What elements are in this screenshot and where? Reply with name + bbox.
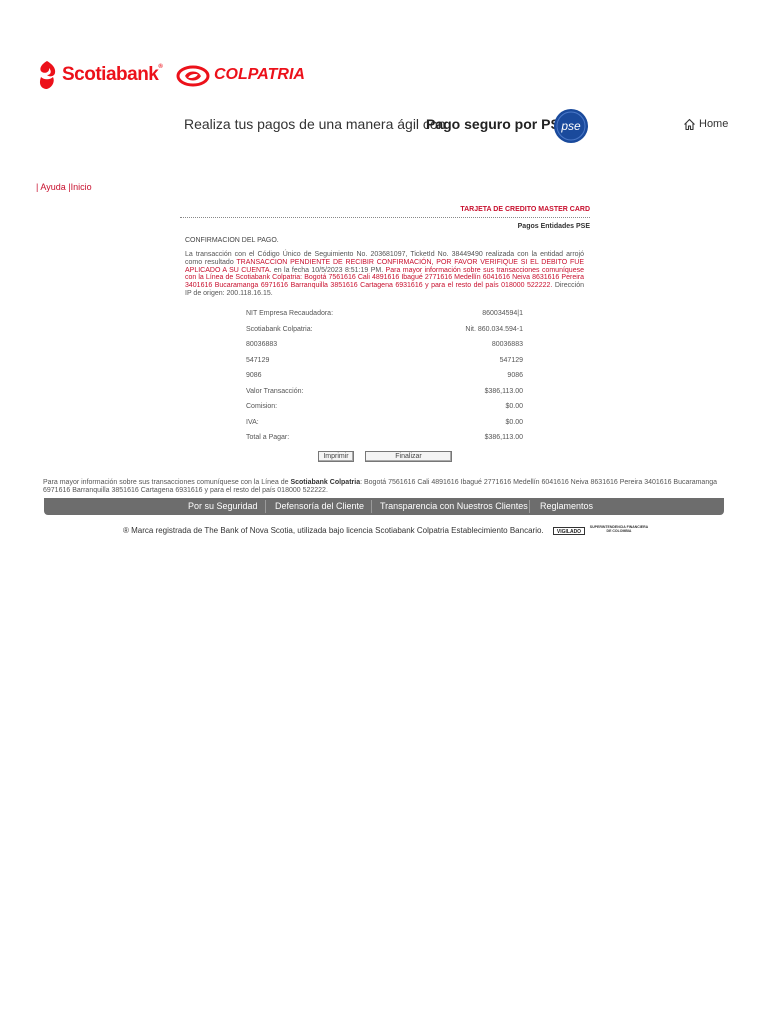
confirmation-title: CONFIRMACION DEL PAGO. (185, 237, 279, 244)
nav-divider (529, 500, 530, 513)
nav-security[interactable]: Por su Seguridad (188, 501, 258, 511)
detail-value: 860034594|1 (482, 310, 523, 317)
banner-text: Realiza tus pagos de una manera ágil con (184, 116, 446, 132)
detail-label: 9086 (246, 372, 262, 379)
home-link[interactable]: Home (683, 117, 743, 135)
superintendencia-logo: SUPERINTENDENCIA FINANCIERA DE COLOMBIA (589, 525, 649, 533)
nav-divider (371, 500, 372, 513)
colpatria-wordmark: COLPATRIA (214, 66, 305, 83)
message-date: en la fecha 10/5/2023 8:51:19 PM. (271, 266, 386, 274)
breadcrumb-separator: | (36, 182, 39, 192)
detail-row: 80036883 80036883 (246, 337, 523, 353)
card-type-title: TARJETA DE CREDITO MASTER CARD (460, 206, 590, 213)
detail-value: Nit. 860.034.594-1 (465, 325, 523, 333)
detail-value: 547129 (499, 356, 523, 364)
scotiabank-wordmark: Scotiabank® (62, 64, 163, 85)
detail-row: Scotiabank Colpatria: Nit. 860.034.594-1 (246, 322, 523, 338)
detail-value: $386,113.00 (484, 387, 523, 395)
detail-row: NIT Empresa Recaudadora: 860034594|1 (246, 306, 523, 322)
nav-divider (265, 500, 266, 513)
banner-bold-text: Pago seguro por PSE (426, 116, 570, 132)
brand-logo: Scotiabank® COLPATRIA (36, 60, 316, 92)
footer-info-intro: Para mayor información sobre sus transac… (43, 479, 291, 486)
nav-transparency[interactable]: Transparencia con Nuestros Clientes (380, 501, 528, 511)
detail-label: 547129 (246, 356, 270, 364)
detail-label: Comision: (246, 403, 278, 410)
footer-contact-info: Para mayor información sobre sus transac… (43, 479, 728, 495)
detail-label: 80036883 (246, 341, 278, 348)
help-link[interactable]: Ayuda (40, 182, 65, 192)
footer-info-bold: Scotiabank Colpatria (290, 479, 361, 486)
colpatria-swirl-icon (176, 65, 210, 87)
detail-row: Comision: $0.00 (246, 399, 523, 415)
detail-value: 9086 (507, 372, 523, 379)
nav-regulations[interactable]: Reglamentos (540, 501, 593, 511)
detail-label: Valor Transacción: (246, 387, 304, 395)
dotted-divider (180, 217, 590, 218)
vigilado-badge: VIGILADO (553, 527, 585, 535)
detail-value: $386,113.00 (484, 434, 523, 441)
card-subtitle: Pagos Entidades PSE (517, 223, 590, 230)
home-label: Home (699, 118, 729, 130)
detail-value: $0.00 (505, 403, 523, 410)
detail-row: 547129 547129 (246, 353, 523, 369)
pse-banner: Realiza tus pagos de una manera ágil con… (184, 108, 594, 144)
detail-label: IVA: (246, 418, 259, 426)
confirmation-message: La transacción con el Código Único de Se… (185, 251, 584, 298)
detail-value: $0.00 (505, 418, 523, 426)
transaction-details: NIT Empresa Recaudadora: 860034594|1 Scot… (246, 306, 523, 446)
home-icon (684, 118, 695, 131)
legal-notice: ® Marca registrada de The Bank of Nova S… (123, 526, 544, 535)
detail-label: NIT Empresa Recaudadora: (246, 310, 334, 317)
detail-row: Total a Pagar: $386,113.00 (246, 430, 523, 446)
pse-logo-text: pse (560, 119, 581, 133)
pse-logo-icon: pse (554, 109, 588, 143)
detail-row: 9086 9086 (246, 368, 523, 384)
detail-value: 80036883 (491, 341, 523, 348)
finish-button[interactable]: Finalizar (365, 451, 452, 462)
detail-row: IVA: $0.00 (246, 415, 523, 431)
detail-label: Scotiabank Colpatria: (246, 325, 313, 333)
detail-label: Total a Pagar: (246, 434, 290, 441)
footer-nav: Por su Seguridad Defensoría del Cliente … (44, 498, 724, 515)
breadcrumb: | Ayuda |Inicio (36, 182, 92, 192)
detail-row: Valor Transacción: $386,113.00 (246, 384, 523, 400)
print-button[interactable]: Imprimir (318, 451, 354, 462)
nav-client-defense[interactable]: Defensoría del Cliente (275, 501, 364, 511)
scotiabank-flame-icon (39, 61, 56, 89)
start-link[interactable]: Inicio (71, 182, 92, 192)
